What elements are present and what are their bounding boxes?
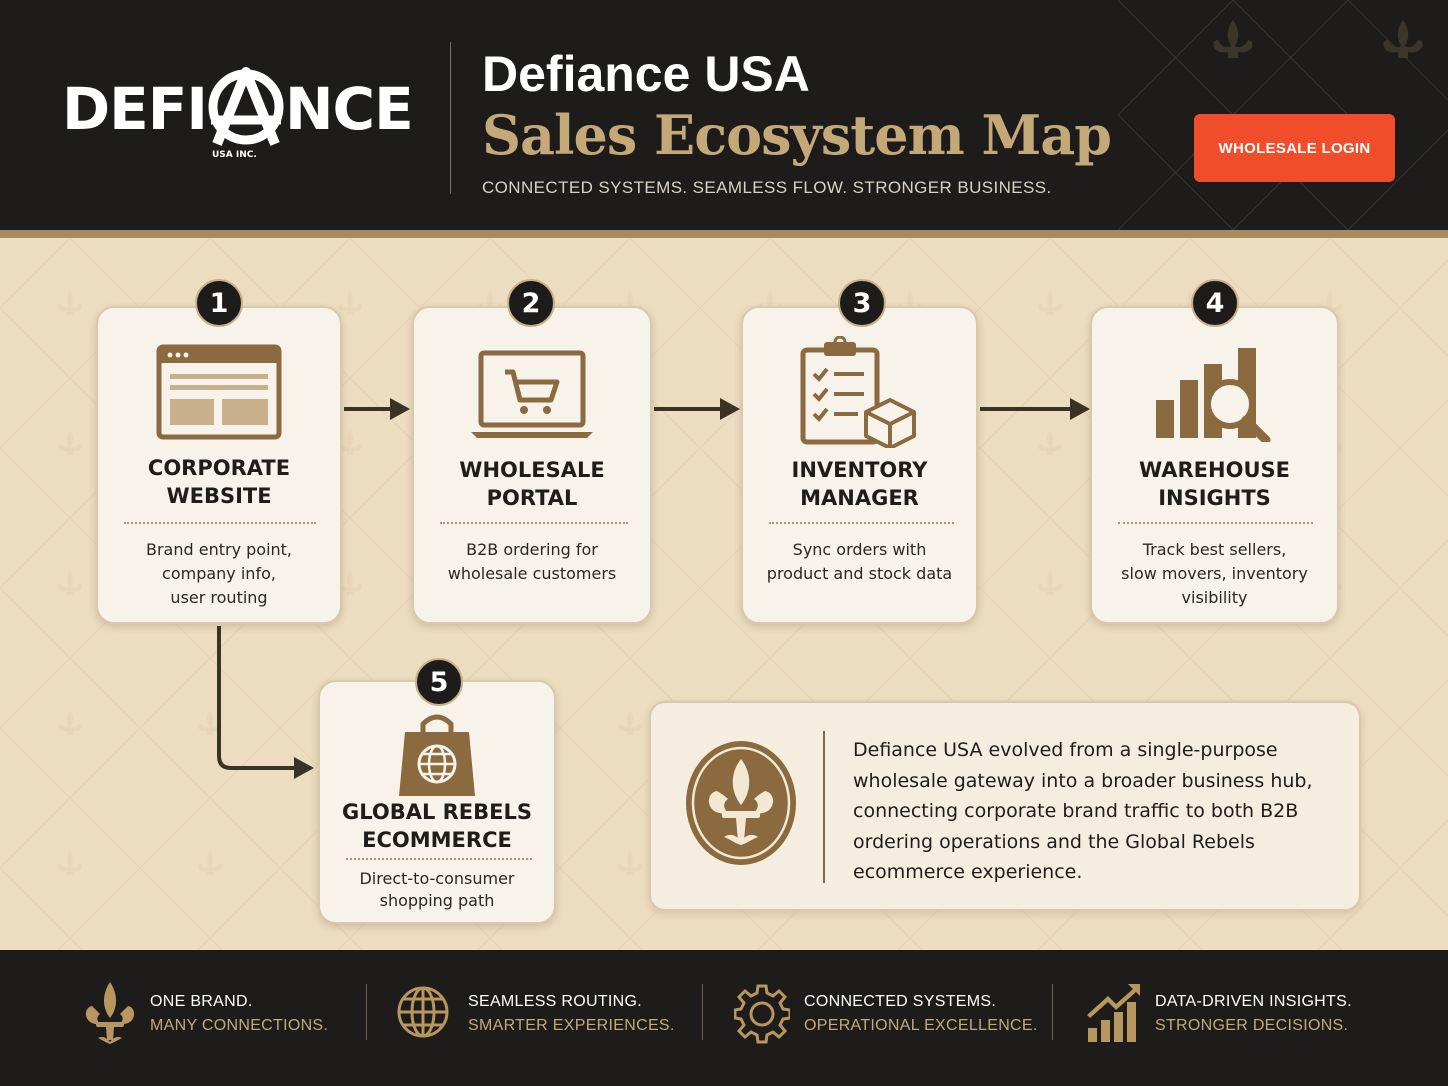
footer-item-routing: SEAMLESS ROUTING. SMARTER EXPERIENCES. bbox=[396, 980, 686, 1050]
step-badge-3: 3 bbox=[838, 279, 886, 327]
step-title: WHOLESALE PORTAL bbox=[459, 458, 605, 510]
history-text: Defiance USA evolved from a single-purpo… bbox=[853, 739, 1313, 883]
clipboard-box-icon bbox=[800, 336, 916, 448]
divider bbox=[440, 522, 628, 524]
footer-separator bbox=[1052, 984, 1053, 1040]
footer-text: CONNECTED SYSTEMS. OPERATIONAL EXCELLENCE… bbox=[804, 993, 1038, 1034]
step-badge-1: 1 bbox=[195, 279, 243, 327]
laptop-cart-icon bbox=[471, 350, 593, 438]
step-badge-4: 4 bbox=[1191, 279, 1239, 327]
shopping-bag-globe-icon bbox=[399, 714, 475, 796]
step-description: Track best sellers, slow movers, inventor… bbox=[1121, 540, 1308, 607]
wholesale-login-button[interactable]: WHOLESALE LOGIN bbox=[1194, 114, 1395, 182]
divider bbox=[1118, 522, 1313, 524]
step-description: Brand entry point, company info, user rout… bbox=[145, 540, 293, 607]
bar-chart-magnifier-icon bbox=[1155, 348, 1270, 442]
step-card-wholesale-portal[interactable]: WHOLESALE PORTAL B2B ordering for wholesal… bbox=[412, 306, 652, 624]
arrow-1-to-5 bbox=[217, 626, 302, 770]
step-card-global-rebels-ecommerce[interactable]: GLOBAL REBELS ECOMMERCE Direct-to-consume… bbox=[318, 680, 556, 924]
divider bbox=[346, 858, 532, 860]
fleur-de-lis-icon bbox=[85, 982, 135, 1044]
footer-separator bbox=[366, 984, 367, 1040]
footer-item-insights: DATA-DRIVEN INSIGHTS. STRONGER DECISIONS. bbox=[1086, 980, 1386, 1050]
footer: ONE BRAND. MANY CONNECTIONS. SEAMLESS ROU… bbox=[0, 950, 1448, 1086]
fleur-de-lis-medallion-icon bbox=[686, 741, 796, 865]
step-badge-2: 2 bbox=[507, 279, 555, 327]
footer-item-brand: ONE BRAND. MANY CONNECTIONS. bbox=[82, 980, 352, 1050]
growth-chart-icon bbox=[1087, 984, 1140, 1042]
step-description: Sync orders with product and stock data bbox=[766, 540, 953, 583]
step-title: INVENTORY MANAGER bbox=[791, 458, 928, 510]
logo-wordmark: DEFI NCE bbox=[62, 66, 414, 148]
footer-separator bbox=[702, 984, 703, 1040]
divider bbox=[124, 522, 316, 524]
ecosystem-map: CORPORATE WEBSITE Brand entry point, compa… bbox=[0, 238, 1448, 950]
footer-text: DATA-DRIVEN INSIGHTS. STRONGER DECISIONS. bbox=[1155, 993, 1352, 1034]
step-description: Direct-to-consumer shopping path bbox=[359, 869, 515, 910]
logo-subtitle: USA INC. bbox=[212, 150, 257, 160]
header-divider bbox=[450, 42, 451, 194]
tagline: CONNECTED SYSTEMS. SEAMLESS FLOW. STRONG… bbox=[482, 178, 1052, 197]
header: DEFI NCE USA INC. Defiance USA Sales Eco… bbox=[0, 0, 1448, 230]
step-card-inventory-manager[interactable]: INVENTORY MANAGER Sync orders with product… bbox=[741, 306, 978, 624]
footer-item-systems: CONNECTED SYSTEMS. OPERATIONAL EXCELLENCE… bbox=[734, 980, 1037, 1050]
step-title: CORPORATE WEBSITE bbox=[147, 456, 291, 508]
footer-text: ONE BRAND. MANY CONNECTIONS. bbox=[150, 993, 329, 1034]
step-card-warehouse-insights[interactable]: WAREHOUSE INSIGHTS Track best sellers, slo… bbox=[1090, 306, 1339, 624]
browser-window-icon bbox=[156, 344, 282, 440]
gear-icon bbox=[734, 984, 790, 1044]
divider bbox=[769, 522, 954, 524]
step-title: GLOBAL REBELS ECOMMERCE bbox=[341, 800, 533, 852]
gold-band bbox=[0, 230, 1448, 238]
page-subtitle: Sales Ecosystem Map bbox=[482, 103, 1112, 167]
page-title: Defiance USA bbox=[482, 46, 810, 102]
footer-text: SEAMLESS ROUTING. SMARTER EXPERIENCES. bbox=[468, 993, 675, 1034]
step-title: WAREHOUSE INSIGHTS bbox=[1139, 458, 1290, 510]
step-description: B2B ordering for wholesale customers bbox=[447, 540, 617, 583]
anarchy-a-icon bbox=[208, 66, 284, 146]
info-divider bbox=[823, 731, 825, 883]
globe-icon bbox=[397, 986, 449, 1038]
step-badge-5: 5 bbox=[415, 658, 463, 706]
history-info-box: Defiance USA evolved from a single-purpo… bbox=[649, 701, 1361, 911]
defiance-logo[interactable]: DEFI NCE USA INC. bbox=[62, 62, 422, 172]
step-card-corporate-website[interactable]: CORPORATE WEBSITE Brand entry point, compa… bbox=[96, 306, 342, 624]
